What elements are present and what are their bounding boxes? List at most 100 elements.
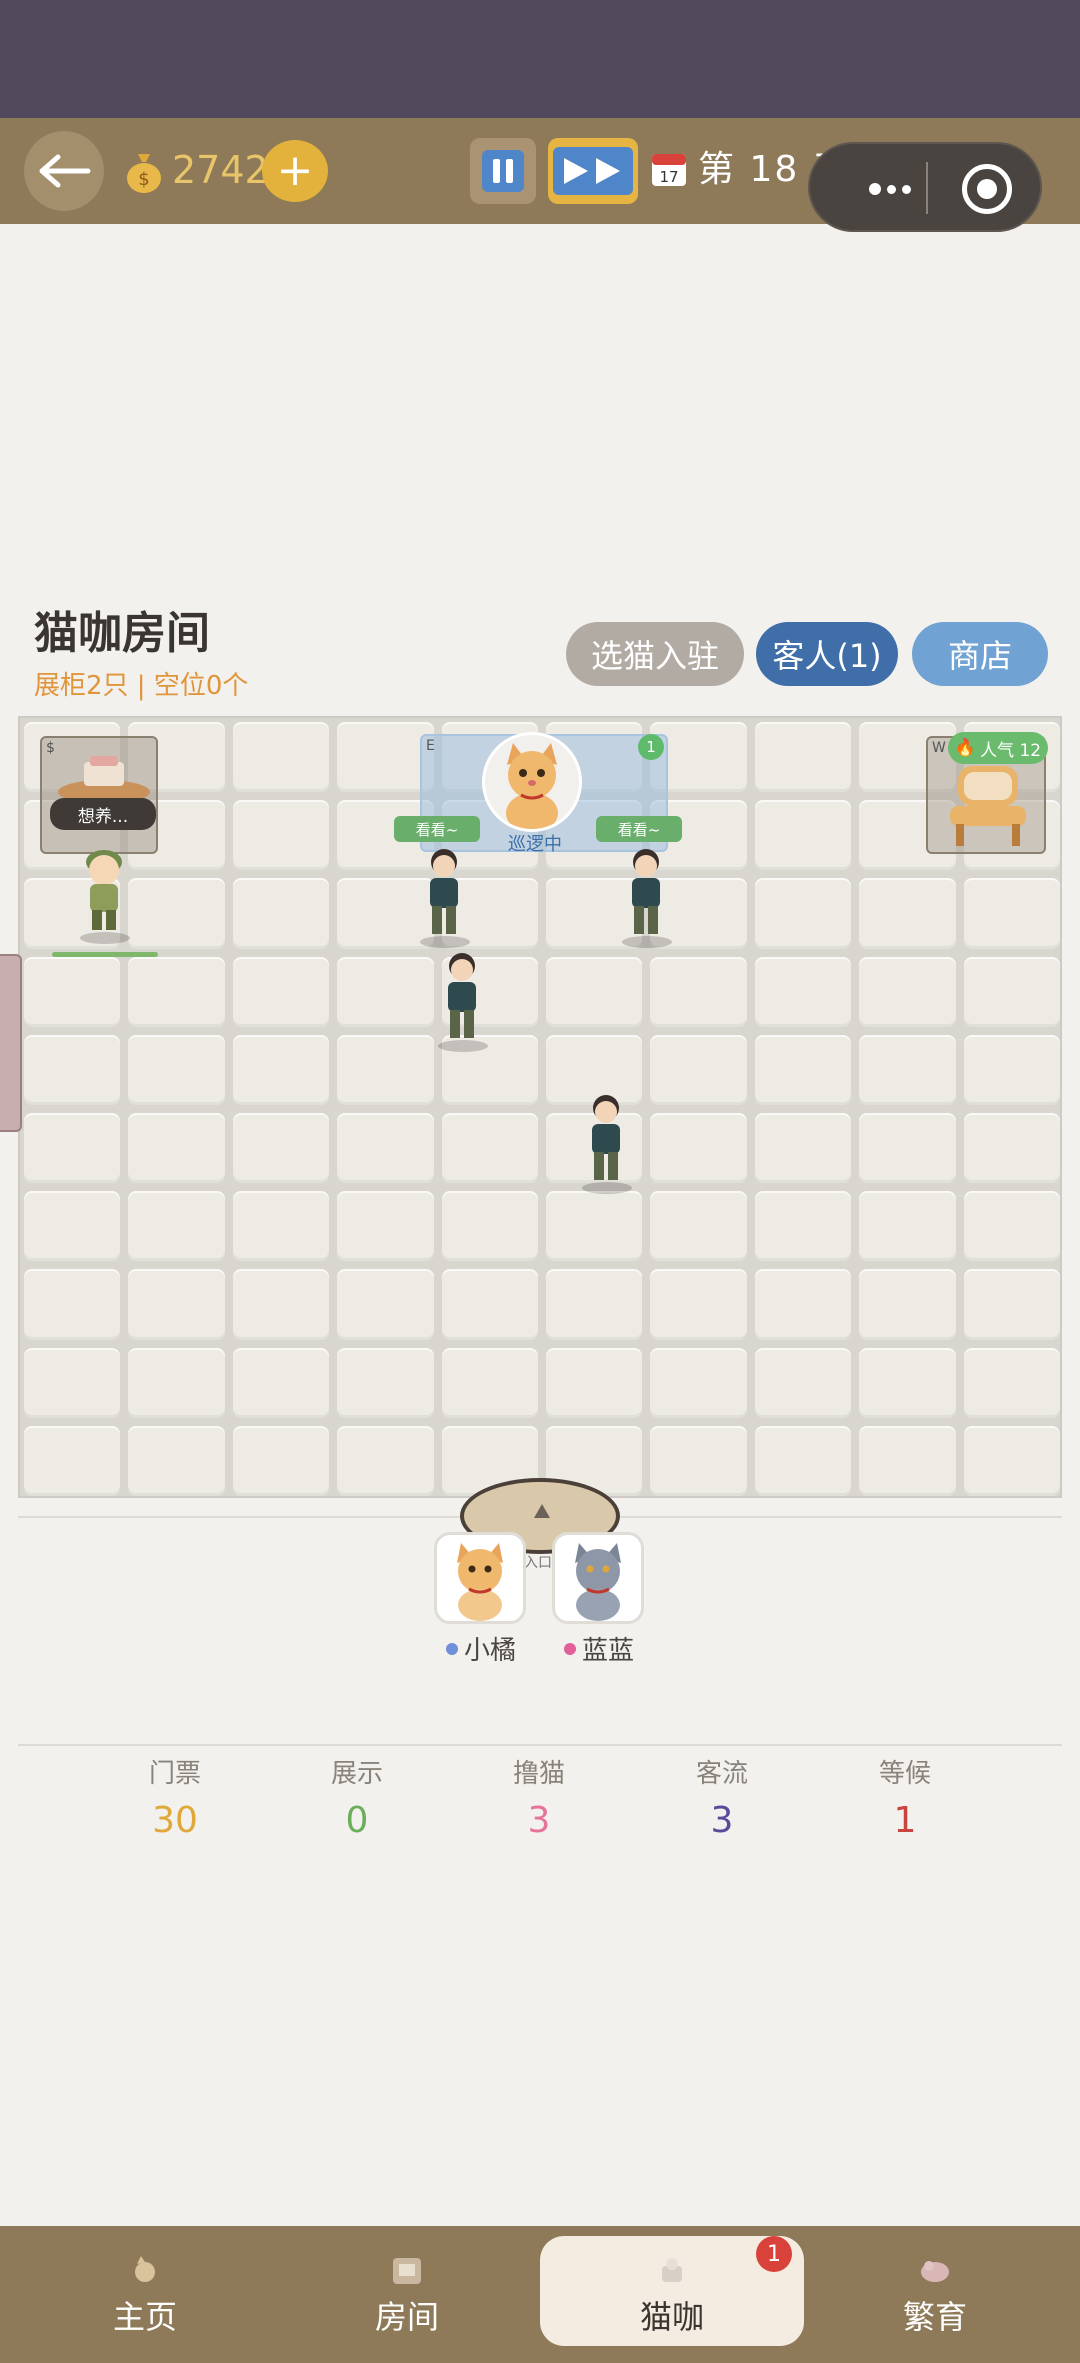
- floor-tile: [337, 1269, 434, 1340]
- booth-letter: E: [426, 738, 435, 754]
- fast-forward-button[interactable]: [548, 138, 638, 204]
- floor-tile: [650, 956, 747, 1027]
- floor-tile: [546, 956, 643, 1027]
- floor-tile: [963, 956, 1060, 1027]
- customer[interactable]: [576, 1090, 636, 1194]
- floor-tile: [546, 1347, 643, 1418]
- customer[interactable]: [414, 844, 474, 948]
- calendar-icon: 17: [652, 154, 686, 186]
- display-cat-avatar[interactable]: [482, 732, 582, 832]
- floor-tile: [232, 878, 330, 949]
- divider: [18, 1744, 1062, 1746]
- add-coins-button[interactable]: +: [262, 140, 328, 202]
- target-icon[interactable]: [962, 164, 1012, 214]
- room-icon: [393, 2258, 421, 2284]
- nav-item-room[interactable]: 房间: [332, 2226, 482, 2363]
- floor-tile: [859, 1347, 956, 1418]
- booth-letter: W: [932, 740, 946, 756]
- floor-tile: [963, 1425, 1060, 1496]
- orange-cat-icon: [506, 743, 558, 829]
- pause-icon: [482, 150, 524, 192]
- coin-balance: 2742: [172, 148, 269, 192]
- cafe-icon: [662, 2258, 682, 2282]
- status-bar: [0, 0, 1080, 118]
- person-icon: [632, 849, 660, 934]
- floor-tile: [337, 1112, 434, 1184]
- floor-tile: [546, 1191, 643, 1262]
- nav-item-cafe[interactable]: 猫咖: [597, 2226, 747, 2363]
- floor-tile: [337, 1034, 434, 1105]
- cat-card-orange[interactable]: [434, 1532, 526, 1624]
- floor-tile: [24, 956, 121, 1027]
- floor-tile: [963, 1112, 1060, 1184]
- nav-item-breed[interactable]: 繁育: [860, 2226, 1010, 2363]
- floor-tile: [963, 1034, 1060, 1105]
- floor-tile: [754, 800, 852, 871]
- guests-button[interactable]: 客人(1): [756, 622, 898, 686]
- pause-button[interactable]: [470, 138, 536, 204]
- person-icon: [448, 953, 476, 1038]
- floor-tile: [546, 1269, 643, 1340]
- back-button[interactable]: [24, 131, 104, 211]
- floor-tile: [650, 1034, 747, 1105]
- notification-badge: 1: [756, 2236, 792, 2272]
- floor-tile: [754, 722, 852, 793]
- status-dot: [446, 1642, 458, 1655]
- breed-icon: [921, 2261, 949, 2282]
- floor-tile: [441, 1269, 538, 1340]
- side-drawer-tab[interactable]: [0, 954, 22, 1132]
- customer-child[interactable]: [74, 840, 134, 944]
- floor-tile: [650, 1191, 747, 1262]
- orange-cat-icon: [457, 1543, 503, 1621]
- floor-tile: [754, 1112, 852, 1184]
- cat-card-blue[interactable]: [552, 1532, 644, 1624]
- svg-text:17: 17: [659, 168, 678, 186]
- cafe-floor[interactable]: $ 想养... E 1 看看~ 看看~ 巡逻中 W 🔥 人气 12: [18, 716, 1062, 1498]
- stat-display: 展示 0: [330, 1759, 383, 1841]
- customer[interactable]: [616, 844, 676, 948]
- floor-tile: [859, 1269, 956, 1340]
- customer[interactable]: [432, 948, 492, 1052]
- floor-tile: [754, 1034, 852, 1105]
- fire-icon: 🔥: [954, 738, 977, 758]
- floor-tile: [232, 800, 330, 871]
- patience-bar: [52, 952, 158, 957]
- nav-item-home[interactable]: 主页: [70, 2226, 220, 2363]
- floor-tile: [754, 1191, 852, 1262]
- floor-tile: [24, 1034, 121, 1105]
- floor-tile: [128, 1034, 225, 1105]
- floor-tile: [337, 1191, 434, 1262]
- stat-tickets: 门票 30: [148, 1759, 201, 1841]
- stat-petting: 撸猫 3: [512, 1759, 565, 1841]
- floor-tile: [232, 956, 330, 1027]
- room-title: 猫咖房间: [34, 608, 210, 659]
- booth-south[interactable]: $: [40, 736, 158, 854]
- floor-tile: [232, 1034, 330, 1105]
- select-cat-button[interactable]: 选猫入驻: [566, 622, 744, 686]
- shop-button[interactable]: 商店: [912, 622, 1048, 686]
- chair-icon: [950, 766, 1026, 846]
- floor-tile: [754, 1269, 852, 1340]
- floor-tile: [128, 1112, 225, 1184]
- arrow-left-icon: [39, 154, 91, 188]
- person-icon: [592, 1095, 620, 1180]
- look-tag: 看看~: [394, 816, 480, 842]
- floor-tile: [232, 1269, 330, 1340]
- floor-tile: [128, 1425, 225, 1496]
- floor-tile: [963, 1191, 1060, 1262]
- floor-tile: [232, 722, 330, 793]
- room-subtitle: 展柜2只 | 空位0个: [34, 671, 249, 701]
- more-dots-icon[interactable]: [840, 172, 940, 206]
- gray-cat-icon: [575, 1543, 621, 1621]
- floor-tile: [24, 1112, 121, 1184]
- stat-waiting: 等候 1: [878, 1759, 931, 1841]
- floor-tile: [650, 1112, 747, 1184]
- home-icon: [135, 2256, 155, 2282]
- floor-tile: [963, 1347, 1060, 1418]
- floor-tile: [859, 1112, 956, 1184]
- floor-tile: [650, 1347, 747, 1418]
- floor-tile: [859, 1034, 956, 1105]
- person-icon: [430, 849, 458, 934]
- floor-tile: [337, 1347, 434, 1418]
- floor-tile: [859, 1425, 956, 1496]
